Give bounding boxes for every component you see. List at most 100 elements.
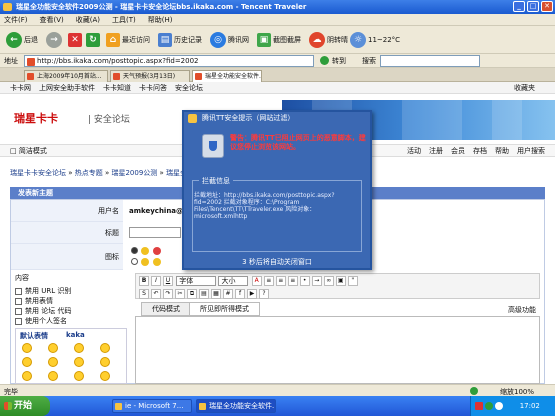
tab-wysiwyg-mode[interactable]: 所见即所得模式 [189, 302, 260, 316]
strikethrough-icon[interactable]: S [139, 289, 149, 299]
smiley-icon[interactable] [48, 357, 58, 367]
simple-mode-toggle[interactable]: □ 简洁模式 [0, 146, 47, 156]
smiley-icon[interactable] [22, 371, 32, 381]
close-button[interactable]: ✕ [541, 1, 553, 12]
option-signature[interactable]: 使用个人签名 [15, 316, 127, 326]
go-button[interactable]: 转到 [332, 56, 346, 66]
nav-kaka[interactable]: 卡卡网 [10, 83, 31, 93]
copy-icon[interactable]: ⧉ [187, 289, 197, 299]
help-icon[interactable]: ? [259, 289, 269, 299]
undo-icon[interactable]: ↶ [151, 289, 161, 299]
breadcrumb-beta[interactable]: 瑞星2009公测 [111, 169, 157, 177]
italic-button[interactable]: I [151, 276, 161, 286]
menu-file[interactable]: 文件(F) [4, 15, 28, 25]
checkbox[interactable] [15, 307, 22, 315]
tab-code-mode[interactable]: 代码模式 [141, 302, 191, 316]
option-disable-url[interactable]: 禁用 URL 识别 [15, 286, 127, 296]
smiley-icon[interactable] [74, 343, 84, 353]
smiley-icon[interactable] [22, 343, 32, 353]
tab-1[interactable]: 上海2009年10月首站... [24, 70, 108, 82]
flash-icon[interactable]: f [235, 289, 245, 299]
breadcrumb-hot[interactable]: 热点专题 [75, 169, 103, 177]
nav-qa[interactable]: 卡卡问答 [139, 83, 167, 93]
nav-favorites[interactable]: 收藏夹 [514, 83, 555, 93]
smiley-icon[interactable] [100, 357, 110, 367]
post-icon-picker[interactable] [131, 247, 183, 267]
minimize-button[interactable]: _ [513, 1, 525, 12]
code-icon[interactable]: # [223, 289, 233, 299]
font-select[interactable]: 字体 [176, 276, 217, 286]
align-left-icon[interactable]: ≡ [263, 276, 274, 286]
menu-view[interactable]: 查看(V) [40, 15, 64, 25]
option-disable-bbcode[interactable]: 禁用 论坛 代码 [15, 306, 127, 316]
antivirus-tray-icon[interactable] [475, 402, 483, 410]
recent-button[interactable]: ⌂ 最近访问 [104, 29, 152, 51]
weather-button[interactable]: ☁ 阴转晴 ☼ 11~22°C [307, 29, 402, 51]
quote-icon[interactable]: " [347, 276, 358, 286]
icon-choice-1[interactable] [141, 247, 149, 255]
smiley-icon[interactable] [74, 357, 84, 367]
checkbox[interactable] [15, 317, 22, 325]
tab-2[interactable]: 天气预报(3月13日) [110, 70, 190, 82]
start-button[interactable]: 开始 [0, 396, 50, 416]
volume-tray-icon[interactable] [495, 402, 504, 410]
smiley-icon[interactable] [48, 343, 58, 353]
back-button[interactable]: ← 后退 [4, 29, 40, 51]
go-arrow-icon[interactable] [320, 56, 329, 65]
menu-tools[interactable]: 工具(T) [112, 15, 136, 25]
tab-3-active[interactable]: 瑞星全功能安全软件... [192, 70, 262, 82]
smiley-icon[interactable] [48, 371, 58, 381]
smiley-tab-kaka[interactable]: kaka [66, 331, 85, 339]
address-input[interactable]: http://bbs.ikaka.com/posttopic.aspx?fid=… [24, 55, 314, 67]
smiley-icon[interactable] [22, 357, 32, 367]
nav-assistant[interactable]: 上网安全助手软件 [39, 83, 95, 93]
icon-choice-5[interactable] [153, 258, 161, 266]
align-right-icon[interactable]: ≡ [287, 276, 298, 286]
refresh-icon[interactable]: ↻ [86, 32, 100, 47]
smiley-icon[interactable] [100, 371, 110, 381]
radio-choice-3[interactable] [131, 258, 138, 265]
nav-forum[interactable]: 安全论坛 [175, 83, 203, 93]
smiley-icon[interactable] [74, 371, 84, 381]
cut-icon[interactable]: ✂ [175, 289, 185, 299]
smiley-icon[interactable] [100, 343, 110, 353]
image-icon[interactable]: ▣ [335, 276, 346, 286]
security-status-icon[interactable] [470, 387, 478, 395]
subnav-activity[interactable]: 活动 [407, 146, 421, 156]
indent-icon[interactable]: → [311, 276, 322, 286]
table-icon[interactable]: ▦ [211, 289, 221, 299]
smiley-tab-default[interactable]: 默认表情 [20, 331, 48, 341]
qq-site-button[interactable]: ◎ 腾讯网 [208, 29, 251, 51]
site-logo[interactable]: 瑞星卡卡 [14, 110, 58, 126]
breadcrumb-home[interactable]: 瑞星卡卡安全论坛 [10, 169, 66, 177]
underline-button[interactable]: U [163, 276, 173, 286]
forward-button[interactable]: → [44, 29, 64, 51]
search-label[interactable]: 搜索 [362, 56, 376, 66]
history-button[interactable]: ▤ 历史记录 [156, 29, 204, 51]
nav-know[interactable]: 卡卡知道 [103, 83, 131, 93]
checkbox[interactable] [15, 297, 22, 305]
subnav-register[interactable]: 注册 [429, 146, 443, 156]
align-center-icon[interactable]: ≡ [275, 276, 286, 286]
subnav-help[interactable]: 帮助 [495, 146, 509, 156]
media-icon[interactable]: ▶ [247, 289, 257, 299]
taskbar-item-browser[interactable]: 瑞星全功能安全软件... [196, 399, 276, 413]
icon-choice-4[interactable] [141, 258, 149, 266]
size-select[interactable]: 大小 [218, 276, 249, 286]
post-content-editor[interactable] [135, 316, 540, 384]
font-color-icon[interactable]: A [251, 276, 262, 286]
search-input[interactable] [380, 55, 480, 67]
subnav-archive[interactable]: 存档 [473, 146, 487, 156]
paste-icon[interactable]: ▤ [199, 289, 209, 299]
menu-help[interactable]: 帮助(H) [148, 15, 173, 25]
menu-favorites[interactable]: 收藏(A) [76, 15, 100, 25]
subject-input[interactable] [129, 227, 181, 238]
redo-icon[interactable]: ↷ [163, 289, 173, 299]
maximize-button[interactable]: □ [527, 1, 539, 12]
network-tray-icon[interactable] [485, 402, 494, 410]
screenshot-button[interactable]: ▣ 截图截屏 [255, 29, 303, 51]
list-icon[interactable]: • [299, 276, 310, 286]
checkbox[interactable] [15, 287, 22, 295]
subnav-search[interactable]: 用户搜索 [517, 146, 555, 156]
taskbar-item-ie[interactable]: ie - Microsoft 7... [112, 399, 192, 413]
